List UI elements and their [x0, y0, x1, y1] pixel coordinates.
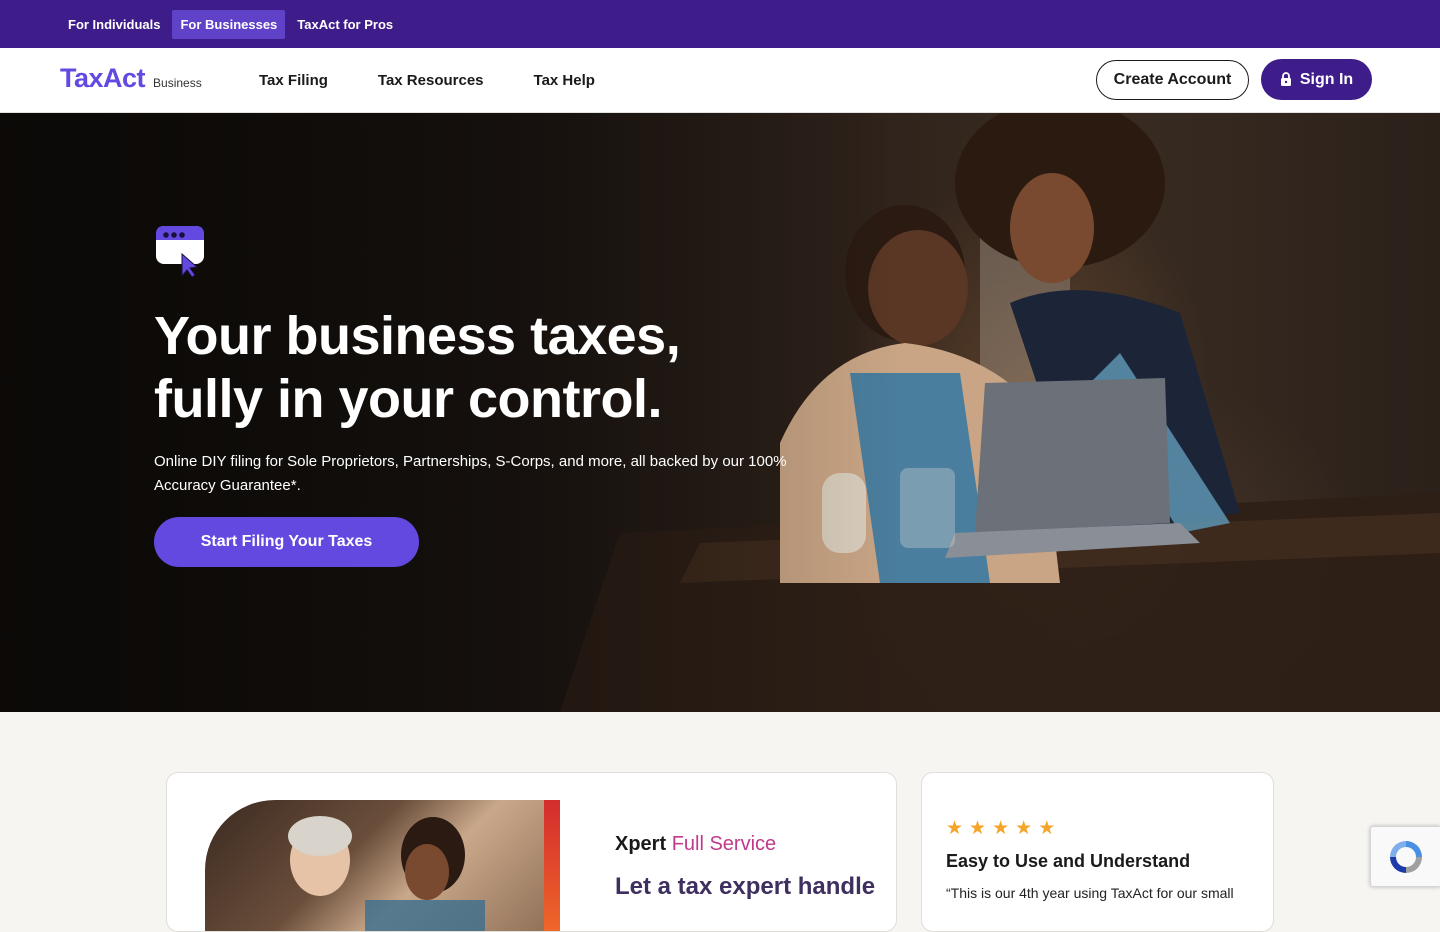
- logo-subtitle: Business: [153, 76, 202, 90]
- full-service-label: Full Service: [671, 833, 777, 855]
- nav-links: Tax Filing Tax Resources Tax Help: [259, 48, 645, 112]
- xpert-card[interactable]: Xpert Full Service Let a tax expert hand…: [166, 772, 897, 932]
- audience-link-pros[interactable]: TaxAct for Pros: [289, 10, 401, 39]
- star-icon: ★: [946, 818, 964, 839]
- start-filing-button[interactable]: Start Filing Your Taxes: [154, 517, 419, 567]
- rating-stars: ★ ★ ★ ★ ★: [946, 819, 1055, 839]
- logo-wordmark: TaxAct: [60, 63, 146, 93]
- audience-bar: For Individuals For Businesses TaxAct fo…: [0, 0, 1440, 48]
- audience-link-individuals[interactable]: For Individuals: [60, 10, 168, 39]
- review-card: ★ ★ ★ ★ ★ Easy to Use and Understand “Th…: [921, 772, 1274, 932]
- sign-in-button[interactable]: Sign In: [1261, 59, 1372, 100]
- review-quote: “This is our 4th year using TaxAct for o…: [946, 885, 1234, 901]
- review-title: Easy to Use and Understand: [946, 851, 1191, 871]
- nav-tax-resources[interactable]: Tax Resources: [378, 72, 484, 89]
- hero-headline: Your business taxes, fully in your contr…: [154, 305, 794, 431]
- xpert-brand: Xpert: [615, 833, 667, 855]
- create-account-button[interactable]: Create Account: [1096, 60, 1249, 100]
- star-icon: ★: [1015, 818, 1033, 839]
- recaptcha-badge[interactable]: [1370, 826, 1440, 887]
- star-icon: ★: [1038, 818, 1056, 839]
- nav-tax-filing[interactable]: Tax Filing: [259, 72, 328, 89]
- hero-section: Your business taxes, fully in your contr…: [0, 113, 1440, 712]
- recaptcha-icon: [1389, 840, 1422, 873]
- audience-link-businesses[interactable]: For Businesses: [172, 9, 286, 39]
- hero-headline-line1: Your business taxes,: [154, 306, 681, 366]
- hero-headline-line2: fully in your control.: [154, 369, 663, 429]
- xpert-card-accent-stripe: [544, 800, 560, 931]
- star-icon: ★: [992, 818, 1010, 839]
- xpert-card-photo: [205, 800, 560, 931]
- main-nav: TaxAct Business Tax Filing Tax Resources…: [0, 48, 1440, 113]
- storefront-click-icon: [156, 226, 204, 278]
- xpert-card-headline: Let a tax expert handle: [615, 873, 876, 900]
- xpert-full-service-logo: Xpert Full Service: [615, 833, 776, 856]
- sign-in-label: Sign In: [1299, 70, 1354, 88]
- lock-icon: [1280, 72, 1291, 86]
- taxact-logo[interactable]: TaxAct Business: [60, 62, 202, 94]
- star-icon: ★: [969, 818, 987, 839]
- hero-subtitle: Online DIY filing for Sole Proprietors, …: [154, 453, 787, 494]
- nav-tax-help[interactable]: Tax Help: [534, 72, 595, 89]
